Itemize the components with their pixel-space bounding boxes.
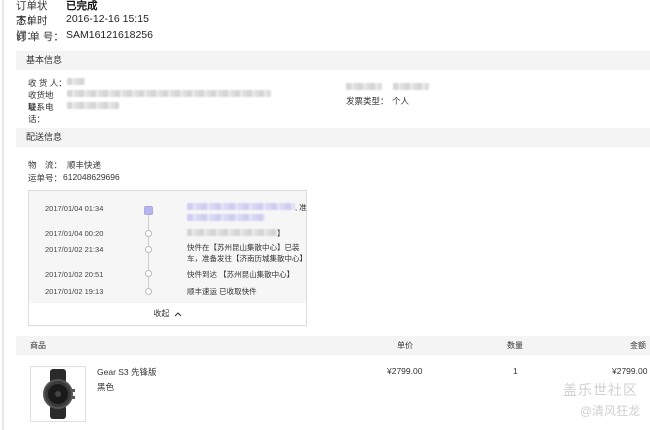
- carrier-label: 物 流：: [28, 160, 63, 170]
- event-desc: 】: [187, 228, 307, 239]
- col-header-item: 商品: [30, 341, 46, 350]
- event-desc: 快件到达 【苏州昆山集散中心】: [187, 270, 295, 279]
- invoice-blurred-top: [346, 82, 429, 92]
- basic-info-header: 基本信息: [16, 51, 650, 70]
- products-header: 商品 单价 数量 金额: [16, 336, 650, 355]
- waybill-value: 612048629696: [63, 172, 120, 182]
- invoice-value: 个人: [392, 96, 410, 106]
- product-image[interactable]: [30, 366, 86, 422]
- order-number-value: SAM16121618256: [66, 29, 153, 41]
- timeline-dot: [145, 246, 152, 253]
- event-date: 2017/01/02 21:34: [45, 245, 104, 254]
- page-left-border: [2, 0, 4, 430]
- tracking-panel: 2017/01/04 01:34 , 准 2017/01/04 00:20 】 …: [28, 190, 307, 326]
- timeline-dot: [145, 270, 152, 277]
- carrier-row: 物 流： 顺丰快递: [28, 159, 101, 171]
- product-price: ¥2799.00: [387, 366, 423, 376]
- event-desc-blurred: [187, 229, 277, 236]
- event-date: 2017/01/04 01:34: [45, 204, 104, 213]
- event-desc-tail: 】: [277, 229, 285, 238]
- event-date: 2017/01/04 00:20: [45, 229, 104, 238]
- event-desc-blurred: [187, 203, 295, 210]
- phone-blurred: [67, 102, 119, 109]
- shipping-header: 配送信息: [16, 128, 650, 147]
- timeline-dot: [145, 288, 152, 295]
- tracking-timeline: 2017/01/04 01:34 , 准 2017/01/04 00:20 】 …: [29, 191, 307, 303]
- watermark-community: 盖乐世社区: [563, 382, 638, 398]
- timeline-dot: [145, 230, 152, 237]
- product-qty: 1: [513, 366, 518, 376]
- event-desc-tail: , 准: [295, 203, 307, 212]
- phone-label: 联系电话：: [28, 102, 54, 124]
- waybill-row: 运单号： 612048629696: [28, 172, 120, 184]
- watermark-author: @清风狂龙: [579, 404, 640, 418]
- receiver-row: 收 货 人：: [28, 77, 85, 89]
- event-desc: 顺丰速运 已收取快件: [187, 287, 257, 296]
- receiver-blurred: [67, 78, 85, 85]
- smartwatch-icon: [43, 369, 75, 419]
- invoice-row: 发票类型： 个人: [346, 95, 409, 107]
- order-number-row: 订 单 号： SAM16121618256: [16, 29, 153, 44]
- product-color: 黑色: [97, 382, 115, 392]
- event-date: 2017/01/02 19:13: [45, 287, 104, 296]
- col-header-price: 单价: [397, 341, 413, 350]
- chevron-up-icon: [174, 312, 181, 317]
- product-amount: ¥2799.00: [612, 366, 648, 376]
- timeline-dot-current: [144, 206, 153, 215]
- event-desc: 快件在【苏州昆山集散中心】已装车，准备发往【济南历城集散中心】: [187, 243, 307, 263]
- order-number-label: 订 单 号：: [16, 31, 64, 43]
- col-header-amount: 金额: [630, 341, 646, 350]
- invoice-label: 发票类型：: [346, 96, 389, 106]
- address-blurred: [67, 90, 271, 97]
- phone-row: 联系电话：: [28, 101, 119, 125]
- waybill-label: 运单号：: [28, 173, 63, 183]
- event-desc: , 准: [187, 202, 307, 224]
- event-date: 2017/01/02 20:51: [45, 270, 104, 279]
- collapse-button[interactable]: 收起: [29, 302, 306, 325]
- collapse-label: 收起: [153, 309, 170, 318]
- receiver-label: 收 货 人：: [28, 78, 67, 88]
- product-name[interactable]: Gear S3 先锋版: [97, 366, 157, 378]
- carrier-value: 顺丰快递: [67, 160, 102, 170]
- col-header-qty: 数量: [507, 341, 523, 350]
